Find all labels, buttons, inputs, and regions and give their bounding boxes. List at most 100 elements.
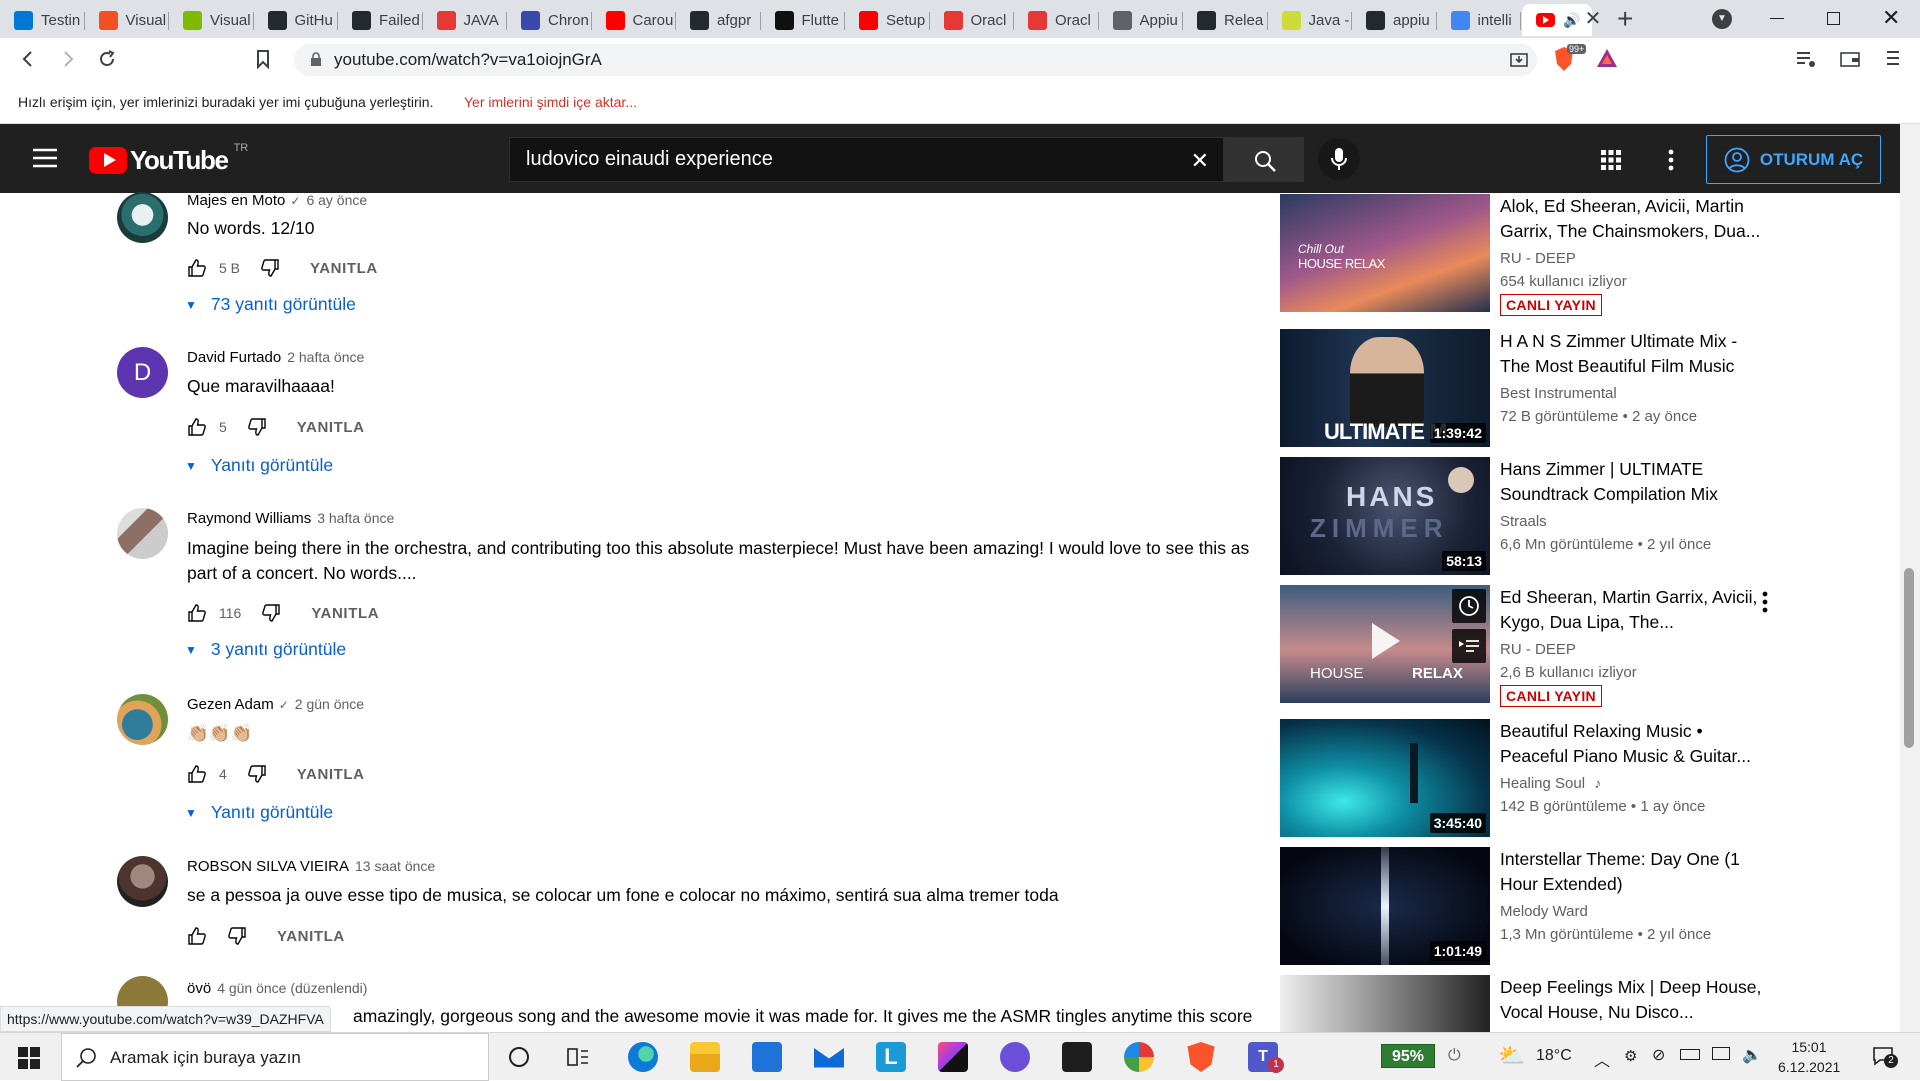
back-icon[interactable] xyxy=(18,49,38,69)
intellij-icon[interactable] xyxy=(938,1042,968,1072)
comment-author[interactable]: ROBSON SILVA VIEIRA 13 saat önce xyxy=(187,858,435,875)
brave-shields-icon[interactable]: 99+ xyxy=(1553,44,1587,72)
brave-rewards-icon[interactable] xyxy=(1596,48,1618,68)
related-video[interactable]: HANS ZIMMER 58:13 Hans Zimmer | ULTIMATE… xyxy=(1280,457,1770,575)
tray-app-icon[interactable]: ⚙ xyxy=(1624,1047,1637,1065)
browser-tab[interactable]: Chron xyxy=(507,4,592,36)
clock[interactable]: 15:01 6.12.2021 xyxy=(1778,1037,1840,1077)
browser-tab[interactable]: Setup xyxy=(845,4,930,36)
browser-tab[interactable]: Flutte xyxy=(761,4,845,36)
app-l-icon[interactable]: L xyxy=(876,1042,906,1072)
comment-author[interactable]: David Furtado 2 hafta önce xyxy=(187,349,364,366)
cortana-icon[interactable] xyxy=(509,1047,529,1067)
video-thumbnail[interactable]: ULTIMATE M 1:39:42 xyxy=(1280,329,1490,447)
media-player-icon[interactable] xyxy=(1000,1042,1030,1072)
weather-icon[interactable]: ⛅ xyxy=(1498,1043,1525,1069)
related-video[interactable]: Chill Out HOUSE RELAX Alok, Ed Sheeran, … xyxy=(1280,194,1770,316)
related-video[interactable]: Deep Feelings Mix | Deep House, Vocal Ho… xyxy=(1280,975,1770,1032)
avatar[interactable]: D xyxy=(117,347,168,398)
video-title[interactable]: Deep Feelings Mix | Deep House, Vocal Ho… xyxy=(1500,975,1770,1025)
comment-time[interactable]: 13 saat önce xyxy=(355,858,435,874)
dislike-icon[interactable] xyxy=(227,926,247,946)
lock-icon[interactable] xyxy=(310,52,322,67)
browser-tab[interactable]: appiu xyxy=(1352,4,1437,36)
action-menu-icon[interactable] xyxy=(1762,591,1768,613)
browser-tab[interactable]: Appiu xyxy=(1099,4,1183,36)
related-video[interactable]: ULTIMATE M 1:39:42 H A N S Zimmer Ultima… xyxy=(1280,329,1770,447)
address-bar[interactable]: youtube.com/watch?v=va1oiojnGrA xyxy=(294,44,1537,76)
sign-in-button[interactable]: OTURUM AÇ xyxy=(1706,135,1881,184)
mail-icon[interactable] xyxy=(814,1048,844,1068)
show-hidden-icons-icon[interactable]: ︿ xyxy=(1594,1047,1610,1071)
dislike-icon[interactable] xyxy=(247,417,267,437)
youtube-logo[interactable]: YouTube TR xyxy=(89,142,248,175)
display-icon[interactable] xyxy=(1712,1047,1730,1060)
bookmark-icon[interactable] xyxy=(255,49,271,69)
video-title[interactable]: Interstellar Theme: Day One (1 Hour Exte… xyxy=(1500,847,1770,897)
view-replies-button[interactable]: ▼ 73 yanıtı görüntüle xyxy=(185,294,356,315)
media-controls-icon[interactable] xyxy=(1796,50,1816,68)
forward-icon[interactable] xyxy=(58,49,78,69)
channel-name[interactable]: Healing Soul ♪ xyxy=(1500,775,1601,792)
reply-button[interactable]: YANITLA xyxy=(310,260,378,277)
battery-percent[interactable]: 95% xyxy=(1381,1044,1435,1068)
like-icon[interactable] xyxy=(187,258,207,278)
video-title[interactable]: H A N S Zimmer Ultimate Mix - The Most B… xyxy=(1500,329,1770,379)
comment-author[interactable]: Raymond Williams 3 hafta önce xyxy=(187,510,394,527)
clear-search-icon[interactable]: ✕ xyxy=(1191,148,1209,174)
battery-icon[interactable] xyxy=(1680,1049,1700,1060)
browser-tab[interactable]: Oracl xyxy=(1014,4,1099,36)
browser-tab[interactable]: Visual xyxy=(169,4,254,36)
channel-name[interactable]: RU - DEEP xyxy=(1500,641,1576,658)
import-bookmarks-link[interactable]: Yer imlerini şimdi içe aktar... xyxy=(464,94,637,110)
wallet-icon[interactable] xyxy=(1840,50,1860,68)
browser-tab[interactable]: Oracl xyxy=(930,4,1014,36)
dislike-icon[interactable] xyxy=(260,258,280,278)
temperature[interactable]: 18°C xyxy=(1536,1047,1572,1065)
view-replies-button[interactable]: ▼ Yanıtı görüntüle xyxy=(185,455,333,476)
browser-tab[interactable]: Java - xyxy=(1268,4,1352,36)
channel-name[interactable]: RU - DEEP xyxy=(1500,250,1576,267)
browser-tab[interactable]: Failed xyxy=(338,4,423,36)
comment-author[interactable]: Majes en Moto ✓ 6 ay önce xyxy=(187,192,367,209)
video-thumbnail[interactable] xyxy=(1280,975,1490,1032)
install-app-icon[interactable] xyxy=(1509,50,1529,70)
apps-grid-icon[interactable] xyxy=(1601,150,1621,170)
reply-button[interactable]: YANITLA xyxy=(297,419,365,436)
browser-tab[interactable]: intelli xyxy=(1437,4,1521,36)
browser-tab[interactable]: afgpr xyxy=(676,4,761,36)
browser-tab[interactable]: Relea xyxy=(1183,4,1268,36)
like-icon[interactable] xyxy=(187,603,207,623)
page-scrollbar[interactable] xyxy=(1900,124,1920,1032)
video-title[interactable]: Ed Sheeran, Martin Garrix, Avicii, Kygo,… xyxy=(1500,585,1770,635)
avatar[interactable] xyxy=(117,694,168,745)
terminal-icon[interactable] xyxy=(1062,1042,1092,1072)
task-view-icon[interactable] xyxy=(567,1047,589,1067)
search-input[interactable]: ludovico einaudi experience xyxy=(526,148,773,171)
like-icon[interactable] xyxy=(187,764,207,784)
browser-tab[interactable]: GitHu xyxy=(254,4,338,36)
dislike-icon[interactable] xyxy=(247,764,267,784)
browser-tab[interactable]: JAVA xyxy=(423,4,507,36)
view-replies-button[interactable]: ▼ Yanıtı görüntüle xyxy=(185,802,333,823)
video-title[interactable]: Beautiful Relaxing Music • Peaceful Pian… xyxy=(1500,719,1770,769)
related-video[interactable]: 3:45:40 Beautiful Relaxing Music • Peace… xyxy=(1280,719,1770,837)
store-icon[interactable] xyxy=(752,1042,782,1072)
file-explorer-icon[interactable] xyxy=(690,1042,720,1072)
network-icon[interactable]: ⊘ xyxy=(1652,1045,1665,1065)
add-to-queue-icon[interactable] xyxy=(1452,629,1486,663)
guide-menu-icon[interactable] xyxy=(32,148,58,168)
comment-time[interactable]: 6 ay önce xyxy=(306,192,367,208)
watch-later-icon[interactable] xyxy=(1452,589,1486,623)
speaker-icon[interactable]: 🔊 xyxy=(1563,12,1580,29)
avatar[interactable] xyxy=(117,192,168,243)
new-tab-icon[interactable]: + xyxy=(1617,5,1633,33)
notification-center-icon[interactable]: 2 xyxy=(1872,1046,1898,1068)
view-replies-button[interactable]: ▼ 3 yanıtı görüntüle xyxy=(185,639,346,660)
video-thumbnail[interactable]: 1:01:49 xyxy=(1280,847,1490,965)
browser-tab[interactable]: Testin xyxy=(0,4,85,36)
video-title[interactable]: Hans Zimmer | ULTIMATE Soundtrack Compil… xyxy=(1500,457,1770,507)
comment-time[interactable]: 2 hafta önce xyxy=(287,349,364,365)
video-thumbnail[interactable]: HANS ZIMMER 58:13 xyxy=(1280,457,1490,575)
close-tab-icon[interactable]: ✕ xyxy=(1582,8,1604,30)
